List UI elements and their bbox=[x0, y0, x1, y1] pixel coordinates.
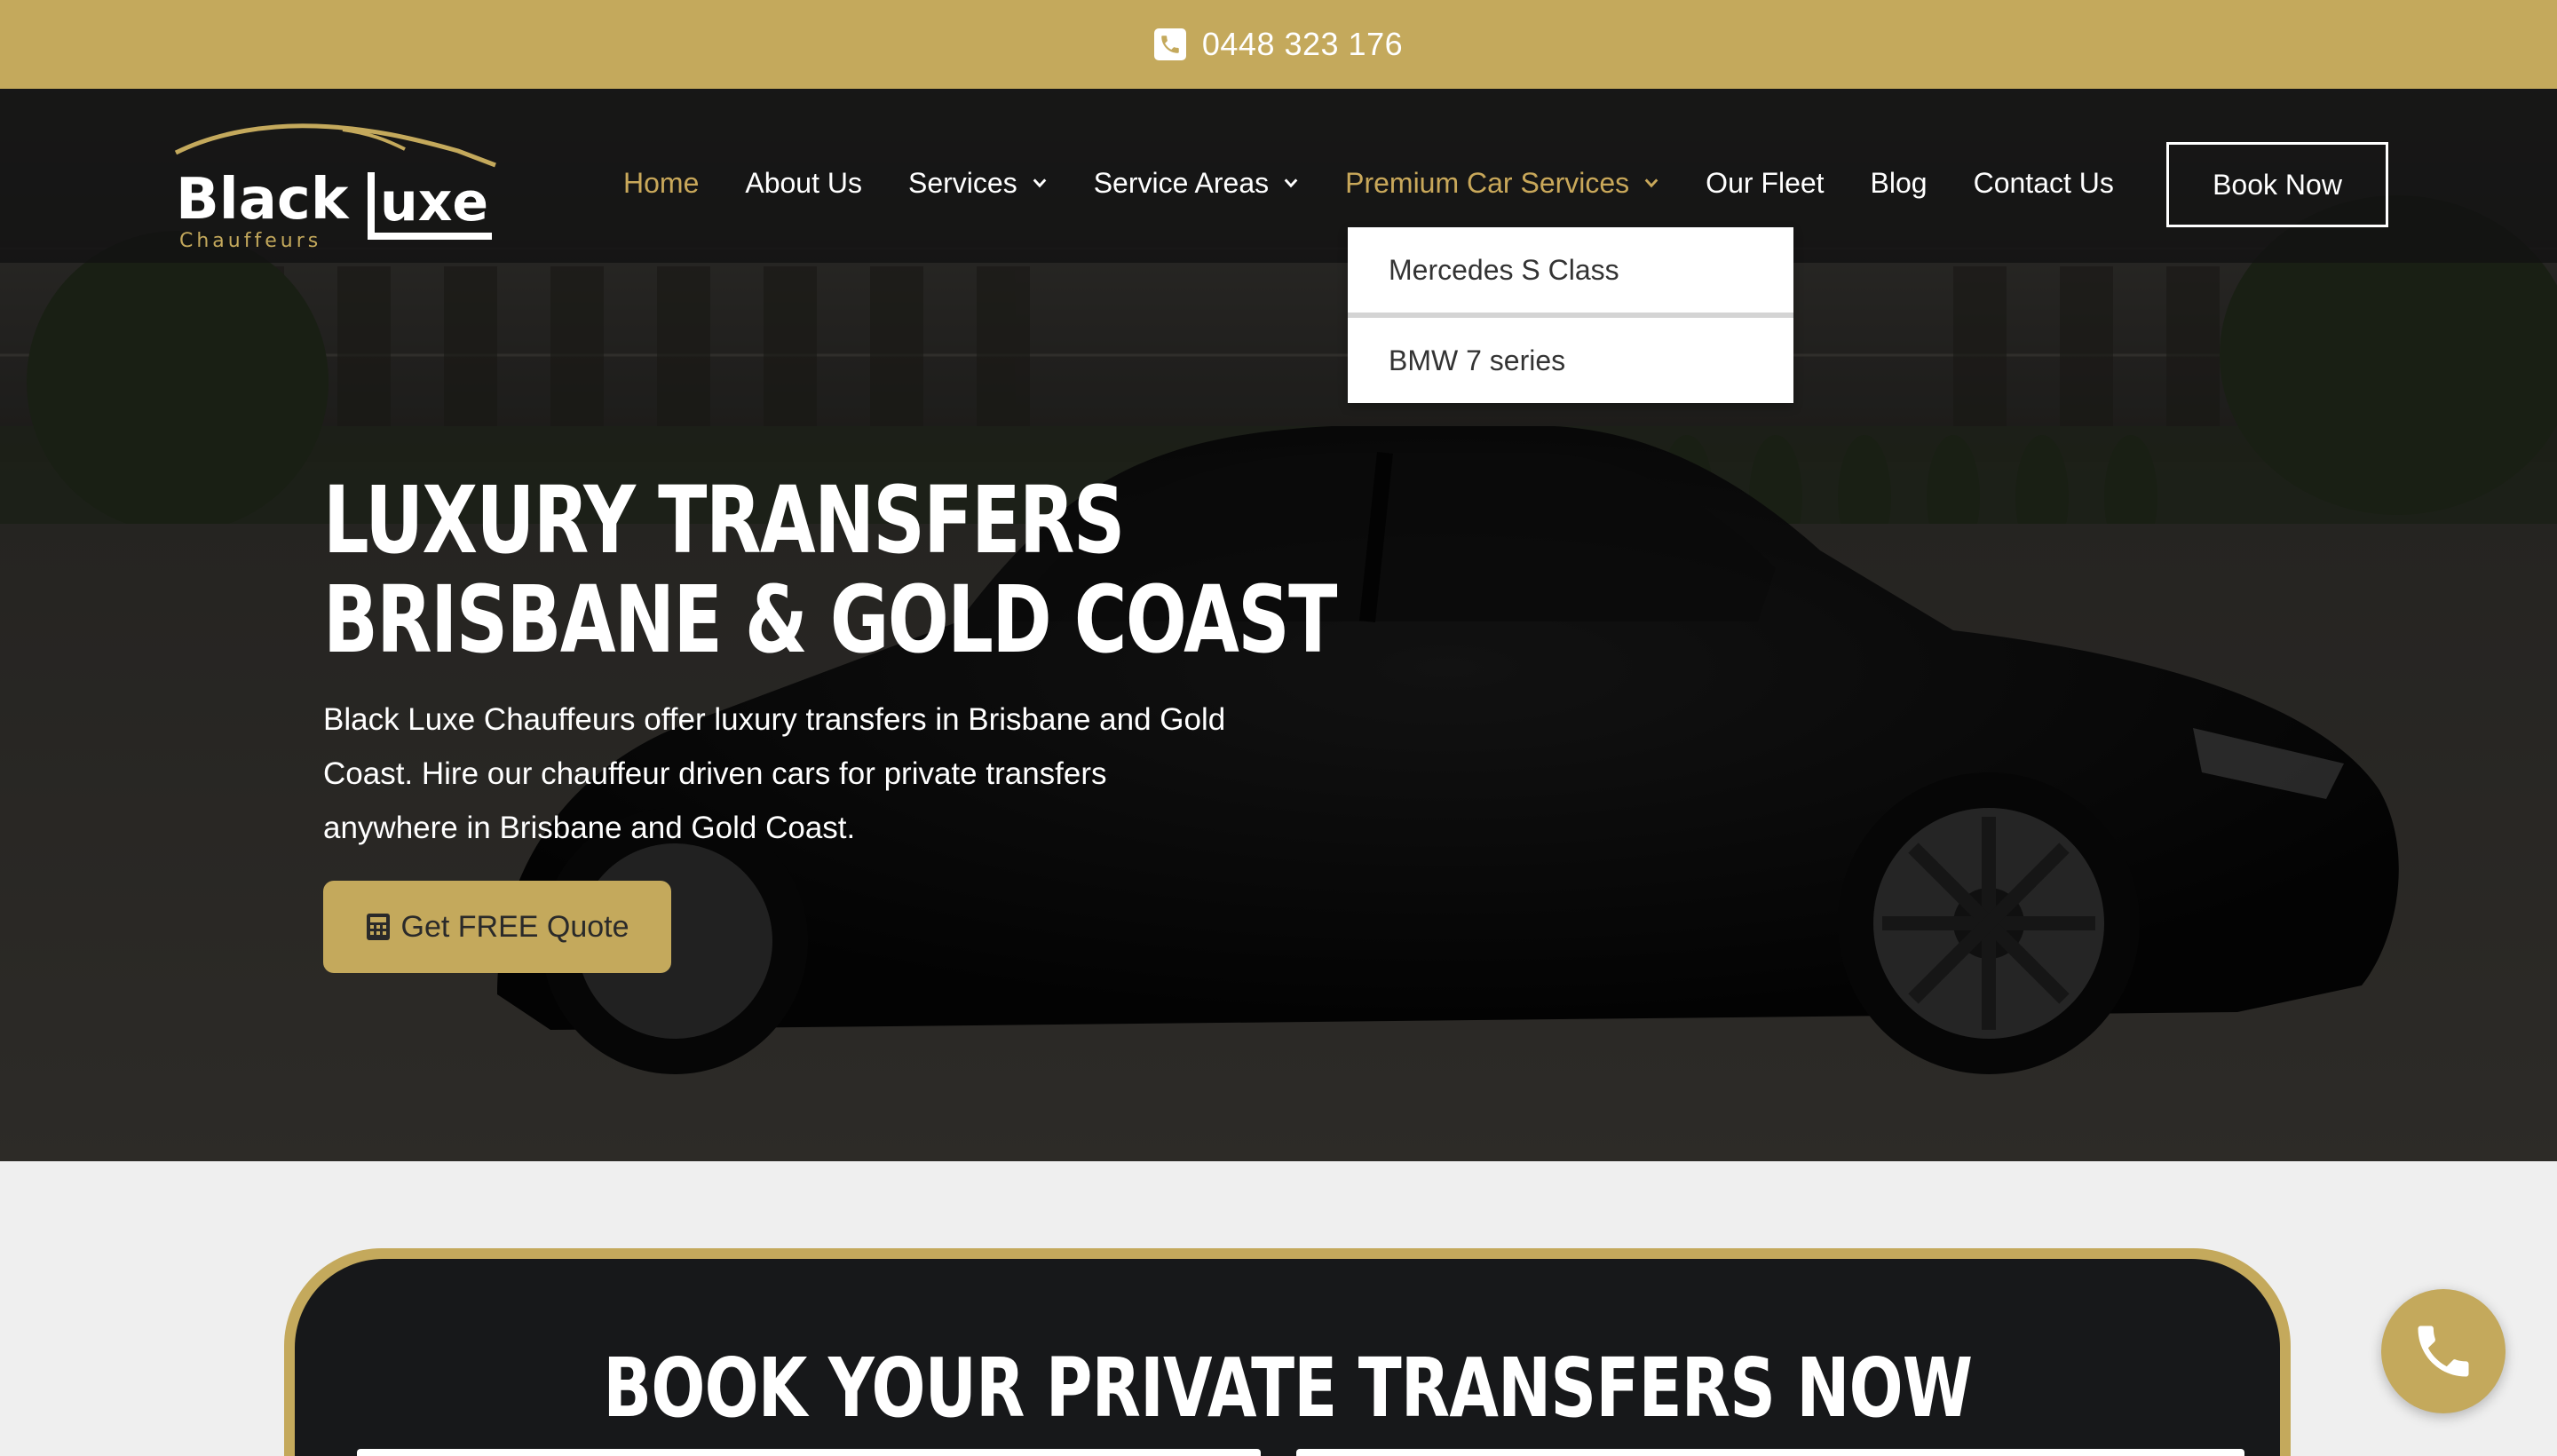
premium-car-services-dropdown: Mercedes S Class BMW 7 series bbox=[1348, 227, 1793, 403]
main-nav: Home About Us Services Service Areas Pre… bbox=[623, 156, 2160, 210]
nav-blog[interactable]: Blog bbox=[1871, 167, 1928, 200]
hero-title-line-1: LUXURY TRANSFERS bbox=[323, 466, 1125, 574]
hero-title: LUXURY TRANSFERS BRISBANE & GOLD COAST bbox=[323, 466, 1338, 674]
dropdown-item-mercedes[interactable]: Mercedes S Class bbox=[1348, 227, 1793, 313]
nav-service-areas[interactable]: Service Areas bbox=[1094, 167, 1299, 200]
dropdown-item-bmw[interactable]: BMW 7 series bbox=[1348, 318, 1793, 403]
brand-logo[interactable]: Black uxe Chauffeurs bbox=[165, 121, 513, 254]
get-free-quote-button[interactable]: Get FREE Quote bbox=[323, 881, 671, 973]
chevron-down-icon bbox=[1033, 178, 1047, 188]
phone-square-icon bbox=[1153, 28, 1186, 60]
logo-word-luxe: uxe bbox=[380, 171, 488, 233]
book-now-button[interactable]: Book Now bbox=[2166, 142, 2388, 227]
calculator-icon bbox=[366, 914, 390, 940]
logo-sub: Chauffeurs bbox=[179, 230, 321, 252]
booking-title: BOOK YOUR PRIVATE TRANSFERS NOW bbox=[603, 1341, 1973, 1436]
nav-services[interactable]: Services bbox=[908, 167, 1048, 200]
booking-field-right[interactable] bbox=[1296, 1449, 2244, 1456]
floating-call-button[interactable] bbox=[2381, 1289, 2506, 1413]
hero-text-line-1: Black Luxe Chauffeurs offer luxury trans… bbox=[323, 702, 1226, 737]
nav-our-fleet[interactable]: Our Fleet bbox=[1706, 167, 1824, 200]
hero-text-line-2: Coast. Hire our chauffeur driven cars fo… bbox=[323, 756, 1107, 791]
nav-about-us[interactable]: About Us bbox=[745, 167, 862, 200]
logo-word-black: Black bbox=[176, 167, 350, 233]
booking-field-left[interactable] bbox=[357, 1449, 1261, 1456]
hero-description: Black Luxe Chauffeurs offer luxury trans… bbox=[323, 692, 1282, 855]
booking-panel: BOOK YOUR PRIVATE TRANSFERS NOW bbox=[284, 1248, 2291, 1456]
nav-contact-us[interactable]: Contact Us bbox=[1974, 167, 2114, 200]
top-contact-bar: 0448 323 176 bbox=[0, 0, 2557, 89]
chevron-down-icon bbox=[1644, 178, 1658, 188]
get-free-quote-label: Get FREE Quote bbox=[400, 909, 629, 944]
phone-icon bbox=[2418, 1325, 2469, 1377]
nav-home[interactable]: Home bbox=[623, 167, 699, 200]
top-phone-number[interactable]: 0448 323 176 bbox=[1202, 26, 1403, 63]
nav-premium-car-services[interactable]: Premium Car Services bbox=[1345, 167, 1659, 200]
chevron-down-icon bbox=[1284, 178, 1298, 188]
booking-panel-inner: BOOK YOUR PRIVATE TRANSFERS NOW bbox=[295, 1259, 2280, 1456]
hero-title-line-2: BRISBANE & GOLD COAST bbox=[323, 566, 1338, 674]
hero-text-line-3: anywhere in Brisbane and Gold Coast. bbox=[323, 811, 856, 845]
